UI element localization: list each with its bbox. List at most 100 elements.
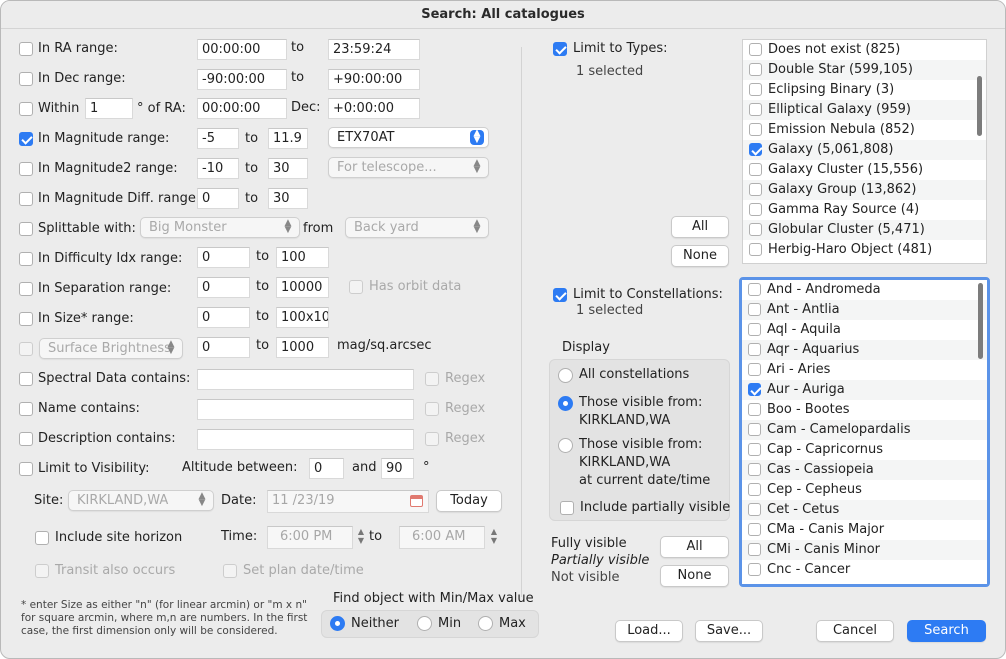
list-item[interactable]: Cet - Cetus (742, 500, 987, 520)
max-radio[interactable] (478, 616, 493, 631)
list-item-checkbox[interactable] (748, 483, 761, 496)
spectral-field[interactable] (197, 369, 414, 390)
magnitude-diff-from-field[interactable]: 0 (197, 188, 239, 209)
save-button[interactable]: Save... (695, 620, 763, 642)
time-to-field[interactable]: 6:00 AM (399, 526, 485, 549)
types-all-button[interactable]: All (671, 216, 729, 238)
list-item[interactable]: Aqr - Aquarius (742, 340, 987, 360)
within-degrees-field[interactable]: 1 (85, 98, 133, 119)
list-item-checkbox[interactable] (748, 463, 761, 476)
list-item[interactable]: CMi - Canis Minor (742, 540, 987, 560)
search-button[interactable]: Search (907, 620, 986, 642)
surface-from-field[interactable]: 0 (197, 337, 250, 358)
min-radio[interactable] (417, 616, 432, 631)
magnitude-to-field[interactable]: 11.9 (268, 128, 308, 149)
surface-brightness-popup[interactable]: Surface Brightness ▲ ▼ (39, 338, 183, 359)
has-orbit-checkbox[interactable] (349, 280, 363, 294)
constellations-list[interactable]: And - Andromeda Ant - Antlia Aql - Aquila A… (742, 280, 987, 584)
list-item[interactable]: Cam - Camelopardalis (742, 420, 987, 440)
list-item[interactable]: Globular Cluster (5,471) (743, 220, 986, 240)
surface-brightness-checkbox[interactable] (19, 342, 33, 356)
list-item-checkbox[interactable] (748, 543, 761, 556)
magnitude-diff-checkbox[interactable] (19, 192, 33, 206)
types-list[interactable]: Does not exist (825) Double Star (599,105… (742, 39, 987, 264)
separation-from-field[interactable]: 0 (197, 277, 250, 298)
list-item[interactable]: And - Andromeda (742, 280, 987, 300)
load-button[interactable]: Load... (615, 620, 683, 642)
time-to-stepper[interactable]: ▲ ▼ (488, 527, 500, 548)
time-from-field[interactable]: 6:00 PM (267, 526, 353, 549)
site-horizon-checkbox[interactable] (35, 531, 49, 545)
list-item-checkbox[interactable] (748, 323, 761, 336)
constellations-none-button[interactable]: None (660, 565, 729, 587)
magnitude-diff-to-field[interactable]: 30 (268, 188, 308, 209)
list-item[interactable]: Aql - Aquila (742, 320, 987, 340)
site-popup[interactable]: KIRKLAND,WA ▲ ▼ (68, 490, 214, 511)
ra-to-field[interactable]: 23:59:24 (328, 39, 420, 60)
cancel-button[interactable]: Cancel (816, 620, 894, 642)
set-plan-checkbox[interactable] (223, 564, 237, 578)
list-item[interactable]: Cas - Cassiopeia (742, 460, 987, 480)
list-item-checkbox[interactable] (748, 443, 761, 456)
separation-to-field[interactable]: 10000 (276, 277, 329, 298)
list-item[interactable]: Boo - Bootes (742, 400, 987, 420)
surface-to-field[interactable]: 1000 (276, 337, 329, 358)
list-item[interactable]: Gamma Ray Source (4) (743, 200, 986, 220)
within-checkbox[interactable] (19, 102, 33, 116)
telescope-popup[interactable]: ETX70AT ▲ ▼ (328, 127, 489, 148)
constellations-checkbox[interactable] (553, 288, 567, 302)
list-item[interactable]: Galaxy Cluster (15,556) (743, 160, 986, 180)
list-item-checkbox[interactable] (749, 63, 762, 76)
splittable-checkbox[interactable] (19, 222, 33, 236)
list-item-checkbox[interactable] (748, 563, 761, 576)
difficulty-checkbox[interactable] (19, 252, 33, 266)
list-item-checkbox[interactable] (749, 143, 762, 156)
list-item[interactable]: Galaxy Group (13,862) (743, 180, 986, 200)
neither-radio[interactable] (330, 616, 345, 631)
magnitude-range-checkbox[interactable] (19, 132, 33, 146)
transit-checkbox[interactable] (35, 564, 49, 578)
size-to-field[interactable]: 100x100 (276, 307, 329, 328)
list-item[interactable]: Double Star (599,105) (743, 60, 986, 80)
splittable-site-popup[interactable]: Back yard ▲ ▼ (345, 217, 489, 238)
scrollbar-thumb[interactable] (977, 76, 982, 136)
list-item-checkbox[interactable] (748, 523, 761, 536)
list-item-checkbox[interactable] (748, 383, 761, 396)
list-item[interactable]: Ant - Antlia (742, 300, 987, 320)
visible-from-radio[interactable] (558, 396, 573, 411)
list-item[interactable]: Cnc - Cancer (742, 560, 987, 580)
list-item-checkbox[interactable] (748, 283, 761, 296)
visible-now-radio[interactable] (558, 438, 573, 453)
list-item[interactable]: Herbig-Haro Object (481) (743, 240, 986, 260)
list-item[interactable]: Aur - Auriga (742, 380, 987, 400)
calendar-icon[interactable] (410, 495, 423, 507)
difficulty-to-field[interactable]: 100 (276, 247, 329, 268)
list-item[interactable]: Does not exist (825) (743, 40, 986, 60)
types-checkbox[interactable] (553, 42, 567, 56)
list-item-checkbox[interactable] (749, 103, 762, 116)
list-item-checkbox[interactable] (748, 403, 761, 416)
for-telescope-popup[interactable]: For telescope... ▲ ▼ (328, 157, 489, 178)
dec-to-field[interactable]: +90:00:00 (328, 69, 420, 90)
name-checkbox[interactable] (19, 402, 33, 416)
description-field[interactable] (197, 429, 414, 450)
list-item[interactable]: Galaxy (5,061,808) (743, 140, 986, 160)
list-item-checkbox[interactable] (748, 303, 761, 316)
list-item-checkbox[interactable] (748, 423, 761, 436)
list-item-checkbox[interactable] (749, 43, 762, 56)
time-from-stepper[interactable]: ▲ ▼ (355, 527, 367, 548)
visibility-checkbox[interactable] (19, 462, 33, 476)
size-checkbox[interactable] (19, 312, 33, 326)
today-button[interactable]: Today (436, 490, 502, 512)
list-item-checkbox[interactable] (748, 363, 761, 376)
size-from-field[interactable]: 0 (197, 307, 250, 328)
list-item[interactable]: Elliptical Galaxy (959) (743, 100, 986, 120)
ra-from-field[interactable]: 00:00:00 (197, 39, 287, 60)
list-item[interactable]: Ari - Aries (742, 360, 987, 380)
magnitude2-range-checkbox[interactable] (19, 162, 33, 176)
separation-checkbox[interactable] (19, 282, 33, 296)
constellations-all-button[interactable]: All (660, 536, 729, 558)
spectral-regex-checkbox[interactable] (425, 372, 439, 386)
partially-visible-checkbox[interactable] (560, 501, 574, 515)
list-item[interactable]: Cap - Capricornus (742, 440, 987, 460)
